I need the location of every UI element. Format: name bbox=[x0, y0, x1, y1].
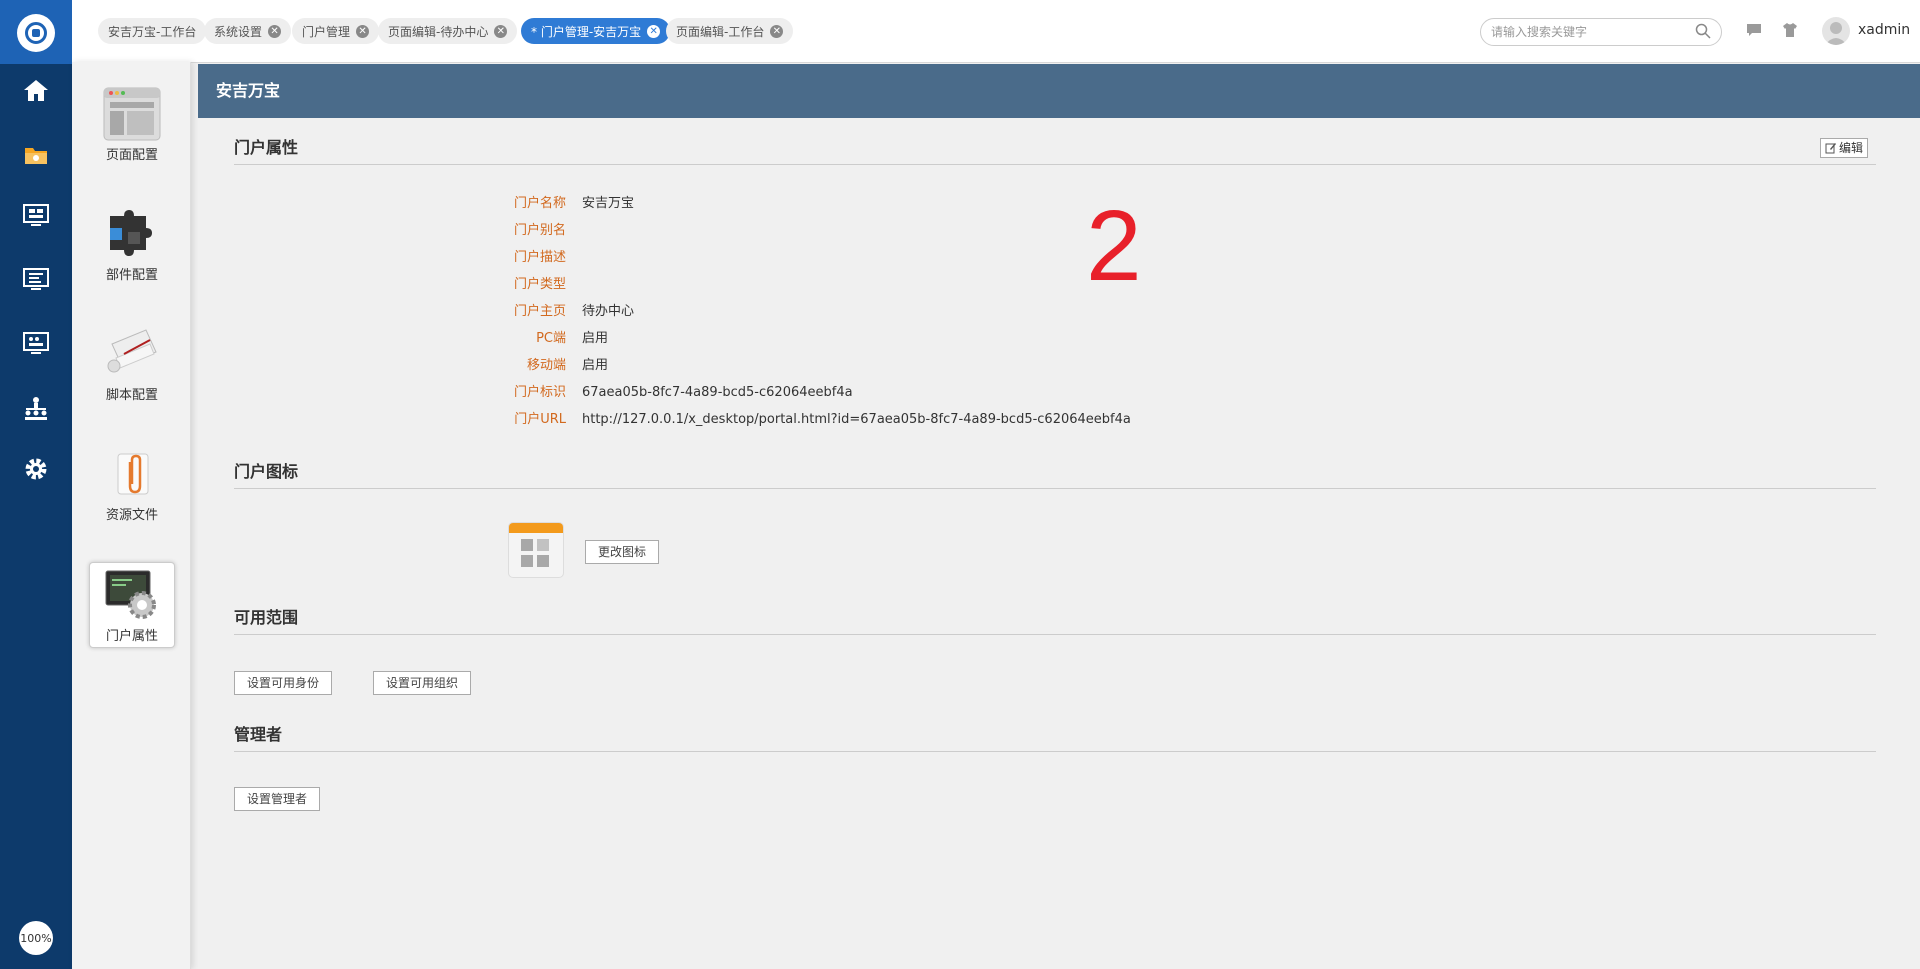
side-item-label: 页面配置 bbox=[105, 148, 158, 163]
username[interactable]: xadmin bbox=[1858, 22, 1910, 38]
screen-icon[interactable] bbox=[22, 330, 50, 358]
monitor-icon[interactable] bbox=[22, 266, 50, 294]
prop-value: 67aea05b-8fc7-4a89-bcd5-c62064eebf4a bbox=[582, 385, 853, 400]
prop-value[interactable]: http://127.0.0.1/x_desktop/portal.html?i… bbox=[582, 410, 1131, 430]
prop-row-type: 门户类型 bbox=[468, 275, 582, 295]
org-icon[interactable] bbox=[22, 394, 50, 422]
page-layout-icon bbox=[102, 86, 162, 142]
dashboard-icon[interactable] bbox=[22, 202, 50, 230]
prop-key: PC端 bbox=[536, 331, 566, 346]
prop-value: 启用 bbox=[582, 358, 609, 373]
tab-label: 系统设置 bbox=[214, 24, 263, 39]
prop-row-homepage: 门户主页 待办中心 bbox=[468, 302, 634, 322]
prop-value: 待办中心 bbox=[582, 304, 635, 319]
tab-system-settings[interactable]: 系统设置 ✕ bbox=[204, 18, 292, 44]
side-item-widget-config[interactable]: 部件配置 bbox=[89, 202, 175, 288]
close-icon[interactable]: ✕ bbox=[494, 24, 508, 38]
prop-row-mobile: 移动端 启用 bbox=[468, 356, 608, 376]
section-title-icon: 门户图标 bbox=[234, 458, 1876, 489]
folder-icon[interactable] bbox=[22, 141, 50, 169]
prop-value: 安吉万宝 bbox=[582, 196, 635, 211]
tab-portal-anji[interactable]: * 门户管理-安吉万宝 ✕ bbox=[521, 18, 671, 44]
avatar[interactable] bbox=[1822, 17, 1850, 45]
prop-value: 启用 bbox=[582, 331, 609, 346]
side-item-resource-files[interactable]: 资源文件 bbox=[89, 442, 175, 528]
side-item-label: 门户属性 bbox=[105, 629, 158, 644]
monitor-gear-icon bbox=[102, 567, 162, 623]
home-icon[interactable] bbox=[22, 76, 50, 104]
tab-label: * 门户管理-安吉万宝 bbox=[531, 24, 642, 39]
section-title-admin: 管理者 bbox=[234, 721, 1876, 752]
portal-icon bbox=[508, 522, 564, 578]
prop-key: 门户URL bbox=[514, 412, 566, 427]
message-icon[interactable] bbox=[1746, 22, 1762, 42]
settings-icon[interactable] bbox=[22, 455, 50, 483]
app-logo-icon[interactable] bbox=[17, 14, 55, 52]
prop-row-description: 门户描述 bbox=[468, 248, 582, 268]
close-icon[interactable]: ✕ bbox=[268, 24, 282, 38]
section-title-attributes: 门户属性 bbox=[234, 134, 1876, 165]
prop-key: 移动端 bbox=[526, 358, 566, 373]
prop-key: 门户名称 bbox=[513, 196, 566, 211]
close-icon[interactable]: ✕ bbox=[356, 24, 370, 38]
set-org-button[interactable]: 设置可用组织 bbox=[373, 671, 472, 695]
set-admin-button[interactable]: 设置管理者 bbox=[234, 787, 321, 811]
prop-row-alias: 门户别名 bbox=[468, 221, 582, 241]
prop-row-pc: PC端 启用 bbox=[468, 329, 608, 349]
side-item-label: 部件配置 bbox=[105, 268, 158, 283]
paperclip-file-icon bbox=[102, 446, 162, 502]
prop-key: 门户标识 bbox=[513, 385, 566, 400]
prop-key: 门户主页 bbox=[513, 304, 566, 319]
tab-portal-management[interactable]: 门户管理 ✕ bbox=[292, 18, 380, 44]
zoom-level[interactable]: 100% bbox=[19, 921, 53, 955]
puzzle-icon bbox=[102, 206, 162, 262]
tab-label: 页面编辑-工作台 bbox=[676, 24, 765, 39]
close-icon[interactable]: ✕ bbox=[770, 24, 784, 38]
annotation-marker: 2 bbox=[1086, 190, 1142, 302]
scroll-script-icon bbox=[102, 326, 162, 382]
left-nav: 100% bbox=[0, 0, 72, 969]
theme-shirt-icon[interactable] bbox=[1782, 22, 1798, 42]
tab-workbench[interactable]: 安吉万宝-工作台 bbox=[98, 18, 207, 44]
side-item-label: 脚本配置 bbox=[105, 388, 158, 403]
prop-row-id: 门户标识 67aea05b-8fc7-4a89-bcd5-c62064eebf4a bbox=[468, 383, 853, 403]
prop-key: 门户类型 bbox=[513, 277, 566, 292]
tab-label: 门户管理 bbox=[302, 24, 351, 39]
edit-button-label: 编辑 bbox=[1839, 141, 1864, 155]
tab-page-edit-workbench[interactable]: 页面编辑-工作台 ✕ bbox=[666, 18, 794, 44]
page-title: 安吉万宝 bbox=[198, 64, 1920, 118]
portal-side-panel: 页面配置 部件配置 脚本配置 资源文件 门户属性 bbox=[72, 62, 191, 969]
main-content: 安吉万宝 门户属性 编辑 门户名称 安吉万宝 门户别名 门户描述 门户类型 门户主… bbox=[198, 64, 1920, 969]
side-item-page-config[interactable]: 页面配置 bbox=[89, 82, 175, 168]
prop-key: 门户别名 bbox=[513, 223, 566, 238]
tab-label: 页面编辑-待办中心 bbox=[388, 24, 489, 39]
edit-icon bbox=[1825, 143, 1836, 154]
search-input[interactable] bbox=[1480, 18, 1722, 46]
search-icon[interactable] bbox=[1695, 23, 1711, 43]
section-title-scope: 可用范围 bbox=[234, 604, 1876, 635]
tab-page-edit-todo[interactable]: 页面编辑-待办中心 ✕ bbox=[378, 18, 518, 44]
side-item-label: 资源文件 bbox=[105, 508, 158, 523]
tab-label: 安吉万宝-工作台 bbox=[108, 24, 197, 39]
side-item-portal-attributes[interactable]: 门户属性 bbox=[89, 562, 175, 648]
set-identity-button[interactable]: 设置可用身份 bbox=[234, 671, 333, 695]
prop-row-name: 门户名称 安吉万宝 bbox=[468, 194, 634, 214]
change-icon-button[interactable]: 更改图标 bbox=[585, 540, 660, 564]
side-item-script-config[interactable]: 脚本配置 bbox=[89, 322, 175, 408]
close-icon[interactable]: ✕ bbox=[647, 24, 661, 38]
prop-row-url: 门户URL http://127.0.0.1/x_desktop/portal.h… bbox=[468, 410, 1131, 430]
prop-key: 门户描述 bbox=[513, 250, 566, 265]
edit-button[interactable]: 编辑 bbox=[1820, 138, 1869, 158]
